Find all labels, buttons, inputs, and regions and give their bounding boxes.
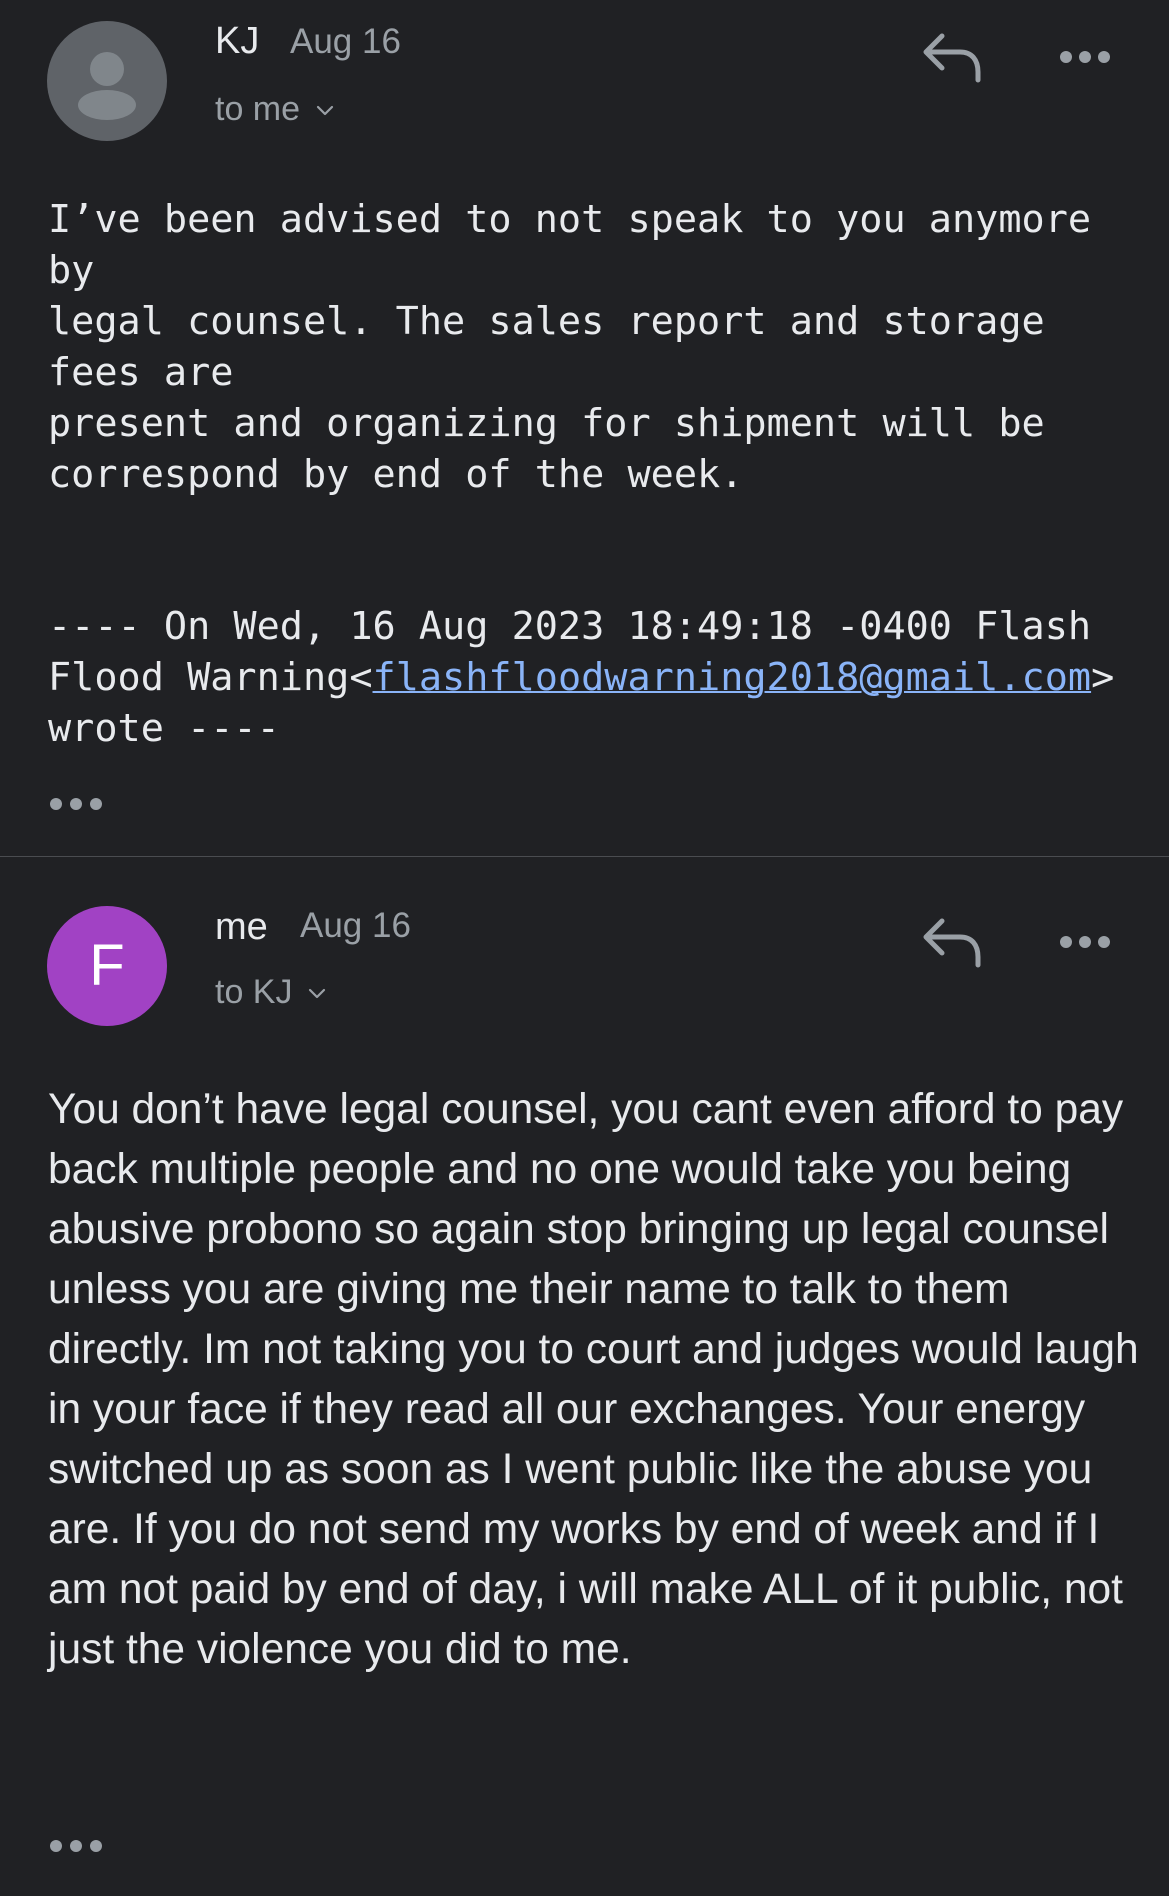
more-options-button[interactable]: [1054, 37, 1116, 77]
recipient-details-toggle[interactable]: to KJ: [215, 973, 328, 1012]
show-trimmed-content-button[interactable]: [48, 1834, 104, 1858]
show-trimmed-content-button[interactable]: [48, 792, 104, 816]
show-trimmed-content-icon: [50, 798, 102, 810]
message-date: Aug 16: [300, 906, 411, 945]
sender-name[interactable]: me: [215, 906, 268, 949]
email-link[interactable]: flashfloodwarning2018@gmail.com: [373, 655, 1092, 700]
recipient-details-toggle[interactable]: to me: [215, 90, 336, 129]
message-body: You don’t have legal counsel, you cant e…: [48, 1086, 1139, 1673]
more-options-icon: [1060, 51, 1110, 63]
reply-button[interactable]: [920, 30, 986, 86]
reply-icon: [923, 918, 981, 968]
reply-icon: [923, 33, 981, 83]
avatar[interactable]: F: [47, 906, 167, 1026]
avatar-letter: F: [89, 933, 125, 998]
quoted-header: ---- On Wed, 16 Aug 2023 18:49:18 -0400 …: [48, 601, 1148, 754]
sender-name[interactable]: KJ: [215, 20, 259, 63]
chevron-down-icon: [309, 988, 326, 998]
more-options-button[interactable]: [1054, 922, 1116, 962]
message-date: Aug 16: [290, 22, 401, 61]
email-message-me: F me Aug 16 to KJ You don’t have legal c…: [0, 857, 1169, 1896]
more-options-icon: [1060, 936, 1110, 948]
reply-button[interactable]: [920, 915, 986, 971]
recipient-label: to KJ: [215, 973, 293, 1011]
person-icon: [78, 52, 136, 120]
message-body: I’ve been advised to not speak to you an…: [48, 197, 1092, 497]
email-message-kj: KJ Aug 16 to me I’ve been advised to not…: [0, 0, 1169, 856]
recipient-label: to me: [215, 90, 301, 128]
chevron-down-icon: [316, 105, 334, 115]
show-trimmed-content-icon: [50, 1840, 102, 1852]
avatar[interactable]: [47, 21, 167, 141]
